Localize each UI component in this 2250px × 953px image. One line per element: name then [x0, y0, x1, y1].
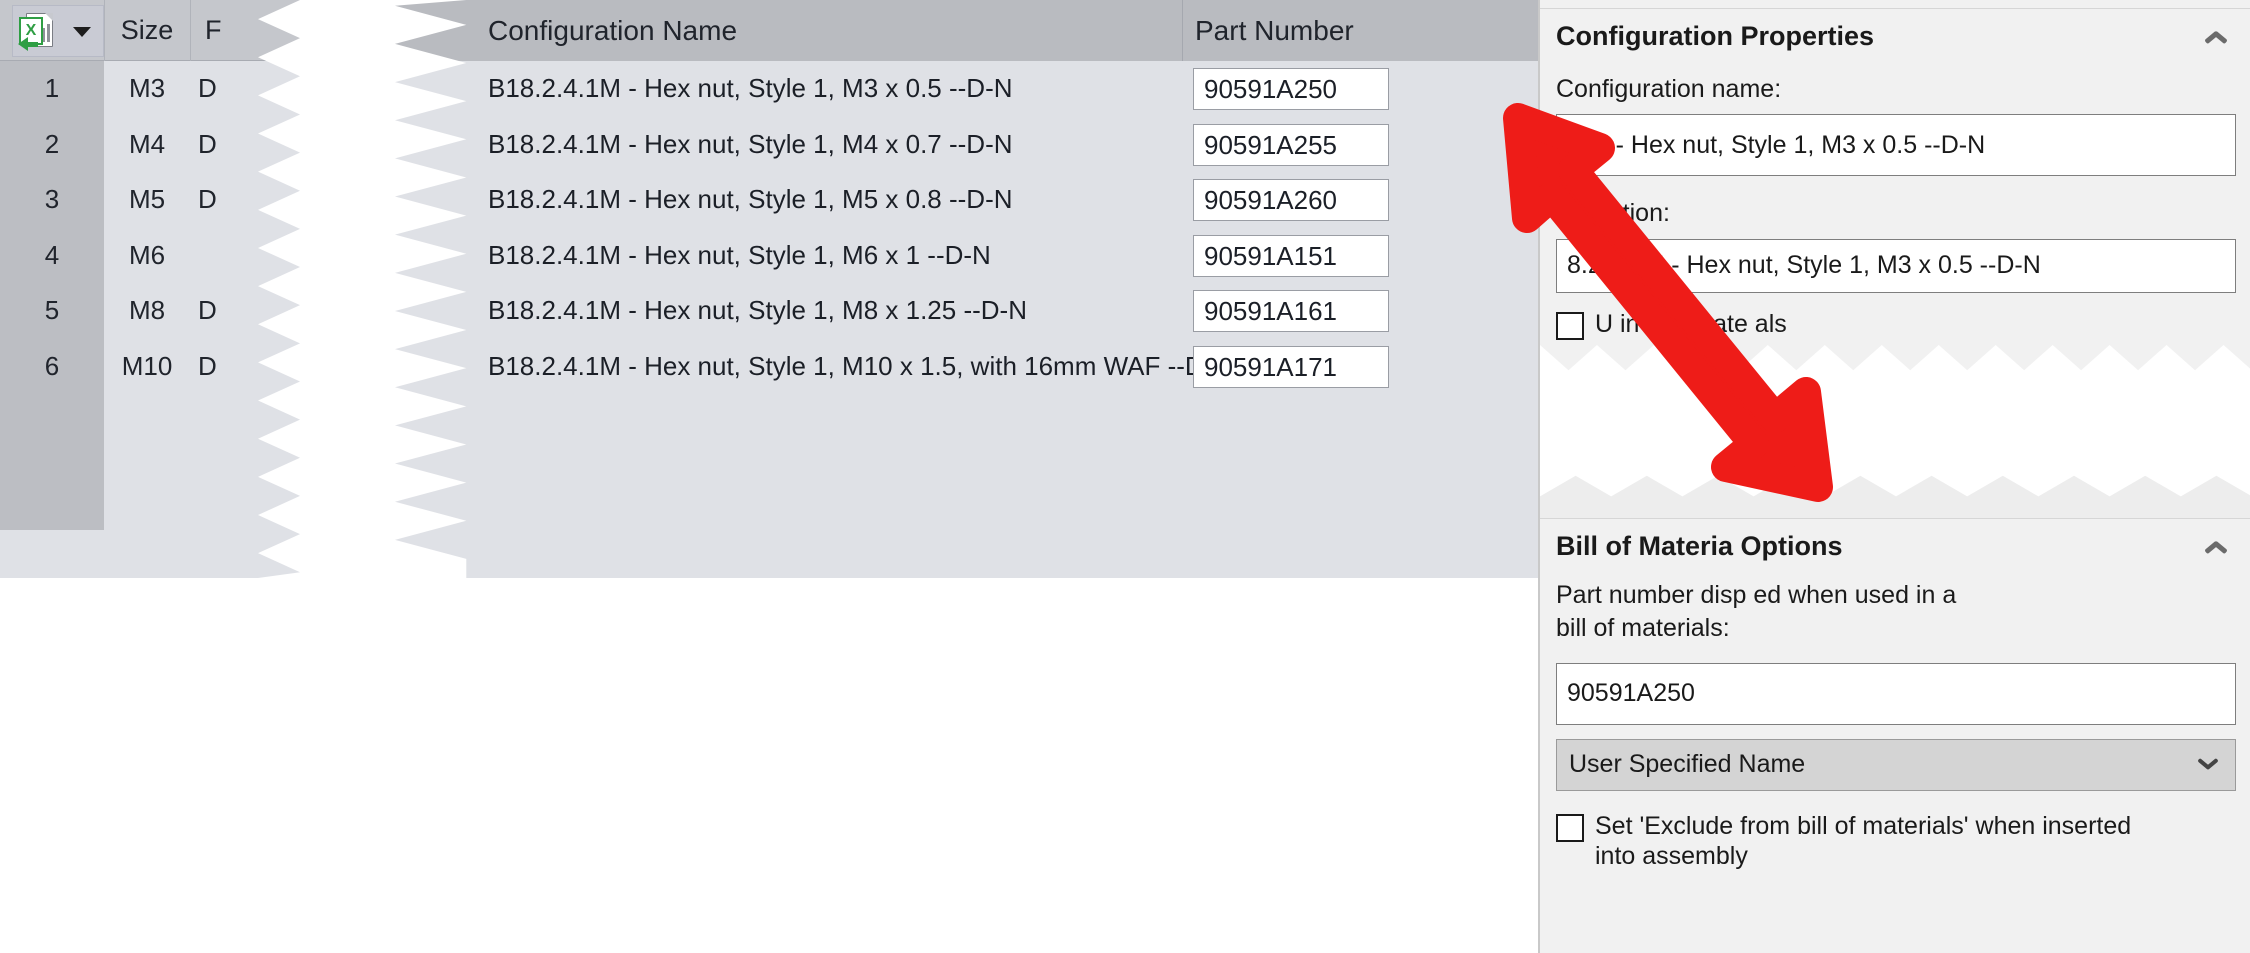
- description-label: escription:: [1556, 199, 1670, 228]
- left-clipped-table: X Size F 1 M3 D 2 M4 D 3 M5 D 4 M6 5 M8 …: [0, 0, 310, 578]
- table-row[interactable]: 6 M10 D: [0, 339, 300, 394]
- section-title: Bill of Materia Options: [1556, 531, 1843, 561]
- use-in-bom-label: U in b ll of ate als: [1595, 309, 1787, 338]
- part-number-input[interactable]: 90591A161: [1193, 290, 1389, 332]
- torn-edge-upper: [1540, 345, 2250, 405]
- column-header-configuration-name[interactable]: Configuration Name: [488, 0, 737, 61]
- table-row[interactable]: 5 M8 D: [0, 283, 300, 338]
- row-number: 4: [0, 228, 104, 283]
- row-number: 6: [0, 339, 104, 394]
- row-number: 1: [0, 61, 104, 116]
- exclude-from-bom-checkbox-row[interactable]: Set 'Exclude from bill of materials' whe…: [1540, 811, 2250, 872]
- table-row[interactable]: B18.2.4.1M - Hex nut, Style 1, M6 x 1 --…: [395, 228, 1545, 283]
- exclude-from-bom-label: Set 'Exclude from bill of materials' whe…: [1595, 811, 2131, 872]
- configuration-table-header: Configuration Name Part Number: [395, 0, 1545, 61]
- excel-export-icon: X: [17, 10, 59, 52]
- column-header-partial[interactable]: F: [190, 0, 300, 61]
- cell-configuration-name: B18.2.4.1M - Hex nut, Style 1, M8 x 1.25…: [488, 295, 1027, 325]
- table-row[interactable]: B18.2.4.1M - Hex nut, Style 1, M3 x 0.5 …: [395, 61, 1545, 116]
- bom-naming-mode-select[interactable]: User Specified Name: [1556, 738, 2236, 791]
- column-header-part-number[interactable]: Part Number: [1195, 0, 1354, 61]
- chevron-down-icon[interactable]: [2197, 758, 2221, 772]
- part-number-input[interactable]: 90591A250: [1193, 68, 1389, 110]
- section-header-bill-of-materials-options[interactable]: Bill of Materia Options: [1540, 518, 2250, 574]
- cell-size: M5: [128, 184, 166, 214]
- part-number-input[interactable]: 90591A255: [1193, 124, 1389, 166]
- part-number-input[interactable]: 90591A171: [1193, 346, 1389, 388]
- description-input[interactable]: 8.2.4.1M - Hex nut, Style 1, M3 x 0.5 --…: [1556, 238, 2236, 293]
- configuration-name-input[interactable]: .1M - Hex nut, Style 1, M3 x 0.5 --D-N: [1556, 114, 2236, 177]
- table-row[interactable]: 3 M5 D: [0, 172, 300, 227]
- caret-down-icon[interactable]: [73, 27, 91, 37]
- cell-partial: D: [198, 351, 217, 381]
- header-separator: [1182, 0, 1183, 61]
- cell-configuration-name: B18.2.4.1M - Hex nut, Style 1, M10 x 1.5…: [488, 351, 1232, 381]
- export-arrow-tail: [26, 42, 38, 47]
- cell-size: M6: [128, 240, 166, 270]
- table-bottom-fill: [395, 516, 1545, 578]
- bom-naming-mode-value: User Specified Name: [1569, 750, 1806, 778]
- excel-export-button[interactable]: X: [12, 5, 104, 57]
- chevron-up-icon[interactable]: [2204, 539, 2230, 555]
- cell-size: M3: [128, 73, 166, 103]
- cell-size: M4: [128, 129, 166, 159]
- use-in-bom-checkbox[interactable]: [1556, 311, 1584, 340]
- cell-partial: D: [198, 73, 217, 103]
- bom-part-number-label-line1: Part number disp ed when used in a: [1556, 581, 1957, 609]
- cell-configuration-name: B18.2.4.1M - Hex nut, Style 1, M6 x 1 --…: [488, 240, 991, 270]
- cell-partial: D: [198, 184, 217, 214]
- cell-size: M10: [121, 351, 173, 381]
- cell-configuration-name: B18.2.4.1M - Hex nut, Style 1, M4 x 0.7 …: [488, 129, 1013, 159]
- cell-partial: D: [198, 295, 217, 325]
- cell-partial: D: [198, 129, 217, 159]
- table-row[interactable]: B18.2.4.1M - Hex nut, Style 1, M8 x 1.25…: [395, 283, 1545, 338]
- section-header-configuration-properties[interactable]: Configuration Properties: [1540, 8, 2250, 64]
- row-number: 5: [0, 283, 104, 338]
- screenshot-root: X Size F 1 M3 D 2 M4 D 3 M5 D 4 M6 5 M8 …: [0, 0, 2250, 953]
- use-in-bom-checkbox-row[interactable]: U in b ll of ate als: [1540, 309, 2250, 340]
- table-row[interactable]: 2 M4 D: [0, 117, 300, 172]
- property-manager-panel: Configuration Properties Configuration n…: [1538, 0, 2250, 953]
- exclude-label-line2: into assembly: [1595, 842, 1748, 870]
- section-title: Configuration Properties: [1556, 21, 1875, 51]
- row-number: 2: [0, 117, 104, 172]
- configuration-table: Configuration Name Part Number B18.2.4.1…: [395, 0, 1545, 578]
- row-number: 3: [0, 172, 104, 227]
- table-row[interactable]: 1 M3 D: [0, 61, 300, 116]
- bom-part-number-label-line2: bill of materials:: [1556, 614, 1730, 643]
- table-toolbar: X Size F: [0, 0, 300, 61]
- cell-configuration-name: B18.2.4.1M - Hex nut, Style 1, M5 x 0.8 …: [488, 184, 1013, 214]
- left-sheet: X Size F 1 M3 D 2 M4 D 3 M5 D 4 M6 5 M8 …: [0, 0, 300, 578]
- table-row[interactable]: B18.2.4.1M - Hex nut, Style 1, M5 x 0.8 …: [395, 172, 1545, 227]
- exclude-from-bom-checkbox[interactable]: [1556, 813, 1584, 842]
- cell-size: M8: [128, 295, 166, 325]
- cell-configuration-name: B18.2.4.1M - Hex nut, Style 1, M3 x 0.5 …: [488, 73, 1013, 103]
- exclude-label-line1: Set 'Exclude from bill of materials' whe…: [1595, 811, 2132, 840]
- chevron-up-icon[interactable]: [2204, 29, 2230, 45]
- table-row[interactable]: B18.2.4.1M - Hex nut, Style 1, M4 x 0.7 …: [395, 117, 1545, 172]
- table-row[interactable]: 4 M6: [0, 228, 300, 283]
- part-number-input[interactable]: 90591A151: [1193, 235, 1389, 277]
- configuration-name-label: Configuration name:: [1556, 75, 1782, 103]
- bom-part-number-input[interactable]: 90591A250: [1556, 662, 2236, 725]
- table-row[interactable]: B18.2.4.1M - Hex nut, Style 1, M10 x 1.5…: [395, 339, 1545, 394]
- part-number-input[interactable]: 90591A260: [1193, 179, 1389, 221]
- configuration-table-sheet: Configuration Name Part Number B18.2.4.1…: [395, 0, 1545, 578]
- column-header-size[interactable]: Size: [104, 0, 189, 61]
- cell-partial: [190, 228, 300, 283]
